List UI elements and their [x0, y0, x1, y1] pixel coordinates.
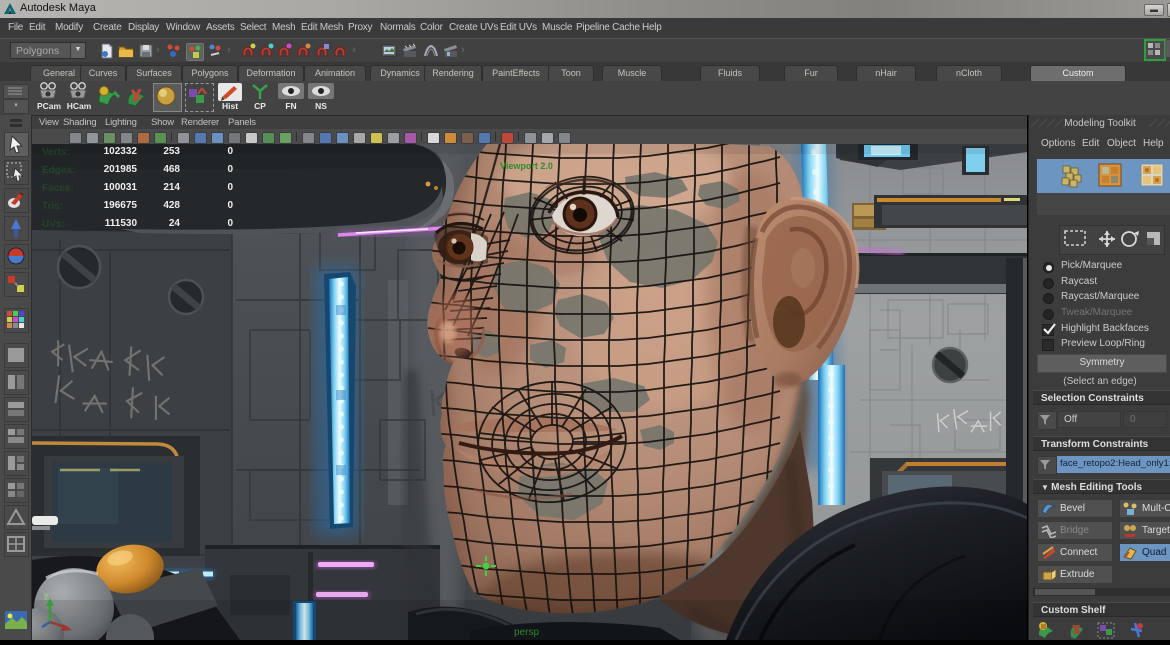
svg-text:y: y: [44, 590, 49, 600]
